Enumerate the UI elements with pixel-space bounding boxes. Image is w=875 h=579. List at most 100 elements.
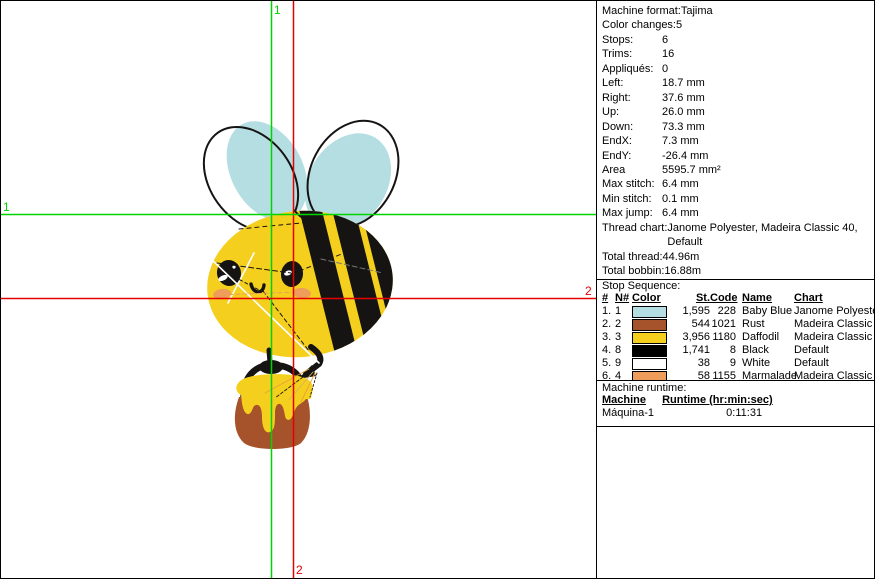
info-value: 5 [676,18,873,32]
machine-name: Máquina-1 [602,407,659,420]
info-row: Total thread:44.96m [602,250,873,264]
stop-sequence-row[interactable]: 5. 9 38 9 White Default [602,357,873,370]
info-label: Down: [602,120,662,134]
info-value: Janome Polyester, Madeira Classic 40, De… [667,221,873,250]
info-label: Right: [602,91,662,105]
info-label: Up: [602,105,662,119]
machine-runtime-title: Machine runtime: [602,383,873,394]
stitch-count: 544 [670,318,710,331]
thread-color-swatch [632,319,667,331]
info-row: Down:73.3 mm [602,120,873,134]
guide-label-bottom: 2 [296,563,303,577]
design-stats-section: Machine format:Tajima Color changes:5 St… [597,1,875,279]
stop-sequence-section: Stop Sequence: # N# Color St. Code Name … [597,279,875,380]
info-row: Max jump:6.4 mm [602,206,873,220]
info-row: Max stitch:6.4 mm [602,177,873,191]
info-value: 18.7 mm [662,76,873,90]
stitch-count: 38 [670,357,710,370]
col-header-code: Code [710,292,736,305]
thread-chart: Janome Polyester [792,305,875,318]
guide-label-top: 1 [274,3,281,17]
info-value: 16.88m [664,264,873,278]
needle-num: 1 [615,305,632,318]
runtime-value: 0:11:31 [662,407,762,420]
stop-sequence-row[interactable]: 4. 8 1,741 8 Black Default [602,344,873,357]
col-header-machine: Machine [602,394,659,407]
thread-name: Daffodil [736,331,792,344]
thread-color-swatch [632,332,667,344]
info-value: -26.4 mm [662,149,873,163]
machine-runtime-section: Machine runtime: Machine Runtime (hr:min… [597,380,875,426]
info-row: EndX:7.3 mm [602,134,873,148]
design-canvas[interactable]: 1 1 2 2 [1,1,596,578]
stop-sequence-row[interactable]: 3. 3 3,956 1180 Daffodil Madeira Classic… [602,331,873,344]
info-row: Right:37.6 mm [602,91,873,105]
stop-num: 2. [602,318,615,331]
info-value: 0 [662,62,873,76]
bee-design: 1 1 2 2 [1,1,596,578]
stop-sequence-row[interactable]: 2. 2 544 1021 Rust Madeira Classic 40 [602,318,873,331]
info-row: Min stitch:0.1 mm [602,192,873,206]
thread-code: 1021 [710,318,736,331]
col-header-st: St. [670,292,710,305]
info-row: Appliqués:0 [602,62,873,76]
thread-name: Marmalade [736,370,792,380]
info-row: EndY:-26.4 mm [602,149,873,163]
info-row: Color changes:5 [602,18,873,32]
info-row: Machine format:Tajima [602,4,873,18]
stop-num: 6. [602,370,615,380]
thread-chart: Default [792,344,873,357]
thread-code: 228 [710,305,736,318]
thread-chart: Madeira Classic 40 [792,370,875,380]
info-label: Thread chart: [602,221,667,250]
info-row: Thread chart:Janome Polyester, Madeira C… [602,221,873,250]
info-label: Min stitch: [602,192,662,206]
embroidery-app-window: 1 1 2 2 Machine format:Tajima Color chan… [0,0,875,579]
stop-sequence-header: # N# Color St. Code Name Chart [602,292,873,305]
thread-code: 1180 [710,331,736,344]
stop-num: 4. [602,344,615,357]
info-value: 5595.7 mm² [662,163,873,177]
info-value: 6.4 mm [662,177,873,191]
thread-name: White [736,357,792,370]
info-label: Appliqués: [602,62,662,76]
info-label: EndX: [602,134,662,148]
thread-color-swatch [632,345,667,357]
thread-chart: Default [792,357,873,370]
stitch-count: 1,741 [670,344,710,357]
info-label: Left: [602,76,662,90]
thread-color-swatch [632,371,667,381]
thread-code: 8 [710,344,736,357]
info-value: 7.3 mm [662,134,873,148]
info-value: 26.0 mm [662,105,873,119]
thread-chart: Madeira Classic 40 [792,331,875,344]
info-label: EndY: [602,149,662,163]
stitch-count: 3,956 [670,331,710,344]
col-header-n: N# [615,292,632,305]
empty-panel-section [597,426,875,578]
guide-label-left: 1 [3,200,10,214]
info-label: Trims: [602,47,662,61]
thread-name: Black [736,344,792,357]
info-label: Color changes: [602,18,676,32]
info-value: 37.6 mm [662,91,873,105]
info-row: Area5595.7 mm² [602,163,873,177]
col-header-color: Color [632,292,670,305]
needle-num: 4 [615,370,632,380]
thread-code: 1155 [710,370,736,380]
stop-num: 3. [602,331,615,344]
stop-sequence-row[interactable]: 1. 1 1,595 228 Baby Blue Janome Polyeste… [602,305,873,318]
thread-code: 9 [710,357,736,370]
col-header-chart: Chart [792,292,873,305]
needle-num: 9 [615,357,632,370]
info-label: Max stitch: [602,177,662,191]
thread-name: Rust [736,318,792,331]
stop-sequence-row[interactable]: 6. 4 58 1155 Marmalade Madeira Classic 4… [602,370,873,380]
col-header-num: # [602,292,615,305]
guide-label-right: 2 [585,284,592,298]
info-label: Total bobbin: [602,264,664,278]
stop-num: 1. [602,305,615,318]
thread-name: Baby Blue [736,305,792,318]
info-value: 73.3 mm [662,120,873,134]
needle-num: 2 [615,318,632,331]
